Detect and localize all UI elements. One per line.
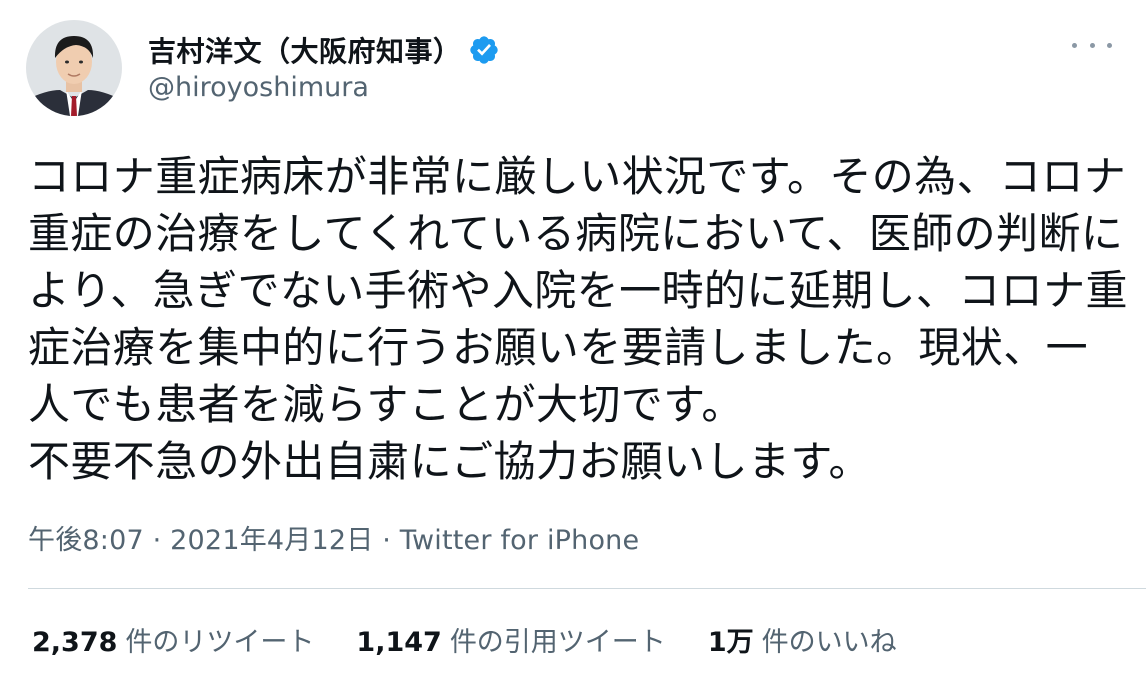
more-dot: [1107, 42, 1112, 48]
like-count-label: 件のいいね: [761, 627, 897, 658]
retweet-count[interactable]: 2,378 件のリツイート: [32, 620, 314, 659]
tweet-card: 吉村洋文（大阪府知事） @hiroyoshimura コロナ重症病床が非常に厳し…: [0, 0, 1146, 686]
retweet-count-label: 件のリツイート: [125, 627, 315, 658]
more-dot: [1072, 42, 1077, 48]
quote-tweet-count[interactable]: 1,147 件の引用ツイート: [356, 620, 665, 659]
tweet-timestamp-source[interactable]: 午後8:07 · 2021年4月12日 · Twitter for iPhone: [28, 518, 639, 557]
tweet-text: コロナ重症病床が非常に厳しい状況です。その為、コロナ重症の治療をしてくれている病…: [28, 152, 1128, 486]
tweet-header: 吉村洋文（大阪府知事） @hiroyoshimura: [26, 20, 1116, 116]
verified-badge-icon: [468, 34, 500, 66]
user-handle[interactable]: @hiroyoshimura: [148, 72, 369, 103]
quote-tweet-count-value: 1,147: [356, 627, 442, 658]
quote-tweet-count-label: 件の引用ツイート: [449, 627, 666, 658]
more-options-icon[interactable]: [1072, 38, 1112, 52]
retweet-count-value: 2,378: [32, 627, 118, 658]
display-name[interactable]: 吉村洋文（大阪府知事）: [148, 30, 462, 70]
more-dot: [1089, 42, 1095, 48]
avatar[interactable]: [26, 20, 122, 116]
divider: [28, 588, 1146, 589]
tweet-stats: 2,378 件のリツイート 1,147 件の引用ツイート 1万 件のいいね: [32, 620, 939, 659]
like-count-value: 1万: [707, 627, 754, 658]
like-count[interactable]: 1万 件のいいね: [708, 620, 897, 659]
display-name-row: 吉村洋文（大阪府知事）: [148, 32, 500, 68]
